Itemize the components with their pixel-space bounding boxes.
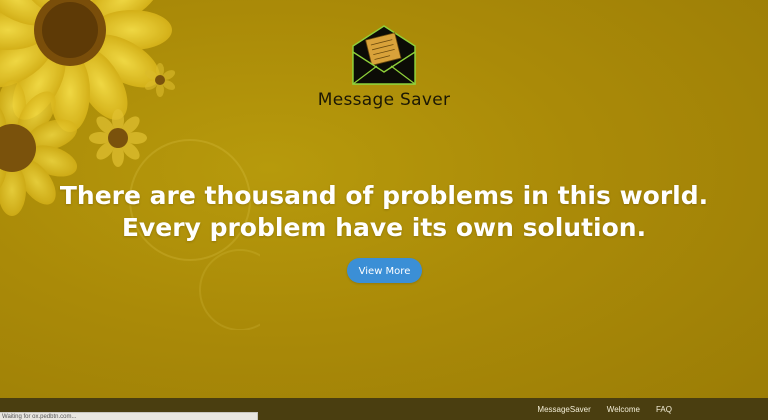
hero-line-1: There are thousand of problems in this w… [59,181,709,210]
footer-link-faq[interactable]: FAQ [656,405,672,414]
browser-status-bar: Waiting for ox.pedbtn.com... [0,412,258,420]
logo-text: Message Saver [317,90,451,110]
view-more-button[interactable]: View More [347,258,422,283]
landing-page: Message Saver There are thousand of prob… [0,0,768,420]
hero-headline: There are thousand of problems in this w… [0,180,768,244]
footer-link-messagesaver[interactable]: MessageSaver [537,405,590,414]
footer-link-welcome[interactable]: Welcome [607,405,640,414]
site-logo[interactable]: Message Saver [0,22,768,110]
footer-nav: MessageSaver Welcome FAQ [537,398,672,420]
hero-line-2: Every problem have its own solution. [121,213,647,242]
envelope-icon [352,25,416,85]
